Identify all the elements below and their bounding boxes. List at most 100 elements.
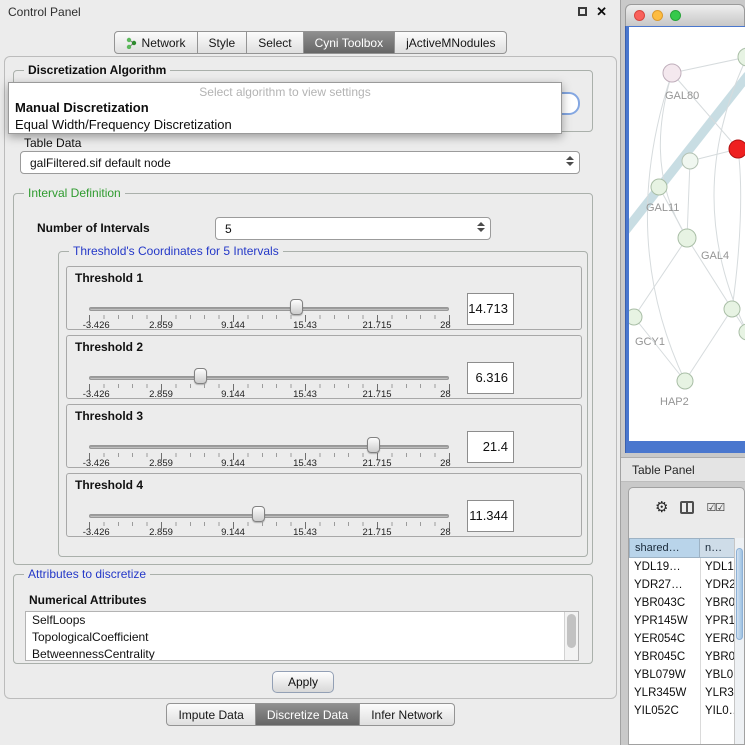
attributes-group: Attributes to discretize Numerical Attri… [13, 574, 593, 664]
apply-button[interactable]: Apply [272, 671, 334, 693]
threshold-4-slider[interactable]: -3.4262.8599.14415.4321.71528 [89, 474, 450, 538]
tab-label: Impute Data [178, 708, 243, 722]
slider-track[interactable] [89, 376, 449, 380]
node-label: GCY1 [635, 336, 665, 348]
tab-discretize-data[interactable]: Discretize Data [256, 703, 360, 726]
slider-scale-labels: -3.4262.8599.14415.4321.71528 [89, 458, 449, 469]
slider-track[interactable] [89, 307, 449, 311]
slider-scale-labels: -3.4262.8599.14415.4321.71528 [89, 320, 449, 331]
tab-jactivemnodules[interactable]: jActiveMNodules [395, 31, 507, 54]
table-row[interactable]: YLR345WYLR3… [629, 684, 744, 702]
threshold-1-panel: Threshold 1 -3.4262.8599.14415.4321.7152… [66, 266, 582, 330]
close-traffic-light-icon[interactable] [634, 10, 645, 21]
num-intervals-combobox[interactable]: 5 [215, 217, 491, 240]
threshold-2-value-field[interactable]: 6.316 [467, 362, 514, 394]
thresholds-group: Threshold's Coordinates for 5 Intervals … [58, 251, 588, 557]
group-title: Attributes to discretize [24, 567, 150, 581]
threshold-2-slider[interactable]: -3.4262.8599.14415.4321.71528 [89, 336, 450, 400]
top-tab-bar: Network Style Select Cyni Toolbox jActiv… [0, 31, 621, 54]
scrollbar-thumb[interactable] [567, 614, 576, 648]
table-row[interactable]: YDL19…YDL1… [629, 558, 744, 576]
slider-track[interactable] [89, 445, 449, 449]
tab-label: Infer Network [371, 708, 442, 722]
network-node[interactable] [682, 153, 698, 169]
list-item[interactable]: TopologicalCoefficient [26, 629, 578, 646]
network-node[interactable] [651, 179, 667, 195]
list-item[interactable]: BetweennessCentrality [26, 646, 578, 661]
network-node-selected[interactable] [729, 140, 745, 158]
table-toolbar: ⚙ ☑☑ [629, 494, 744, 520]
table-data-label: Table Data [24, 136, 81, 150]
slider-thumb[interactable] [194, 368, 207, 384]
slider-thumb[interactable] [290, 299, 303, 315]
threshold-3-value-field[interactable]: 21.4 [467, 431, 514, 463]
interval-definition-group: Interval Definition Number of Intervals … [13, 193, 593, 565]
list-item[interactable]: SelfLoops [26, 612, 578, 629]
algorithm-placeholder: Select algorithm to view settings [9, 85, 561, 99]
threshold-4-value-field[interactable]: 11.344 [467, 500, 514, 532]
slider-track[interactable] [89, 514, 449, 518]
table-row[interactable]: YDR27…YDR2… [629, 576, 744, 594]
vertical-scrollbar[interactable] [734, 538, 744, 744]
zoom-traffic-light-icon[interactable] [670, 10, 681, 21]
chevron-updown-icon[interactable] [566, 156, 574, 166]
slider-thumb[interactable] [252, 506, 265, 522]
network-window: GAL80 GAL11 GAL4 GCY1 HAP2 [625, 4, 745, 453]
table-row[interactable]: YPR145WYPR1… [629, 612, 744, 630]
scrollbar-thumb[interactable] [736, 548, 743, 640]
table-body: YDL19…YDL1… YDR27…YDR2… YBR043CYBR0… YPR… [629, 558, 744, 744]
network-node[interactable] [739, 324, 745, 340]
algorithm-option-equal-width-frequency[interactable]: Equal Width/Frequency Discretization [15, 117, 232, 132]
tab-style[interactable]: Style [198, 31, 248, 54]
vertical-scrollbar[interactable] [564, 612, 578, 660]
table-data-combobox[interactable]: galFiltered.sif default node [20, 151, 580, 174]
algorithm-option-manual-discretization[interactable]: Manual Discretization [15, 100, 149, 115]
table-panel-title: Table Panel [632, 463, 695, 477]
tab-impute-data[interactable]: Impute Data [166, 703, 255, 726]
tab-infer-network[interactable]: Infer Network [360, 703, 454, 726]
minimize-traffic-light-icon[interactable] [652, 10, 663, 21]
screen: Control Panel ✕ Network Style Select Cyn… [0, 0, 745, 745]
table-row[interactable]: YBR043CYBR0… [629, 594, 744, 612]
tab-label: Cyni Toolbox [315, 36, 383, 50]
column-header-shared-name[interactable]: shared… [629, 538, 700, 558]
network-node[interactable] [629, 309, 642, 325]
table-row[interactable]: YBL079WYBL0… [629, 666, 744, 684]
table-row[interactable]: YBR045CYBR0… [629, 648, 744, 666]
gear-icon[interactable]: ⚙ [655, 500, 668, 515]
tab-network[interactable]: Network [114, 31, 198, 54]
tab-select[interactable]: Select [247, 31, 303, 54]
network-node[interactable] [724, 301, 740, 317]
network-node[interactable] [678, 229, 696, 247]
close-icon[interactable]: ✕ [596, 4, 607, 20]
columns-icon[interactable] [680, 501, 694, 514]
threshold-1-slider[interactable]: -3.4262.8599.14415.4321.71528 [89, 267, 450, 331]
network-canvas[interactable]: GAL80 GAL11 GAL4 GCY1 HAP2 [629, 27, 745, 441]
network-node[interactable] [677, 373, 693, 389]
network-node[interactable] [738, 48, 745, 66]
table-row[interactable]: YIL052CYIL0… [629, 702, 744, 720]
network-icon [126, 37, 137, 49]
float-window-icon[interactable] [578, 7, 587, 16]
tab-label: jActiveMNodules [406, 36, 495, 50]
network-node[interactable] [663, 64, 681, 82]
slider-thumb[interactable] [367, 437, 380, 453]
algorithm-dropdown-popup: Select algorithm to view settings Manual… [8, 82, 562, 134]
numerical-attributes-list[interactable]: SelfLoops TopologicalCoefficient Between… [25, 611, 579, 661]
select-columns-icon[interactable]: ☑☑ [706, 501, 724, 514]
chevron-updown-icon[interactable] [477, 222, 485, 232]
group-title: Discretization Algorithm [24, 63, 170, 77]
table-data-value: galFiltered.sif default node [30, 156, 171, 170]
table-header: shared… n… [629, 538, 744, 558]
tab-label: Discretize Data [267, 708, 348, 722]
node-label: GAL4 [701, 250, 729, 262]
bottom-tab-bar: Impute Data Discretize Data Infer Networ… [0, 703, 621, 726]
tab-cyni-toolbox[interactable]: Cyni Toolbox [304, 31, 395, 54]
num-intervals-label: Number of Intervals [37, 221, 150, 235]
control-panel-window: Control Panel ✕ Network Style Select Cyn… [0, 0, 621, 745]
table-row[interactable]: YER054CYER0… [629, 630, 744, 648]
threshold-3-slider[interactable]: -3.4262.8599.14415.4321.71528 [89, 405, 450, 469]
tab-label: Select [258, 36, 291, 50]
threshold-1-value-field[interactable]: 14.713 [467, 293, 514, 325]
network-window-titlebar[interactable] [625, 4, 745, 26]
